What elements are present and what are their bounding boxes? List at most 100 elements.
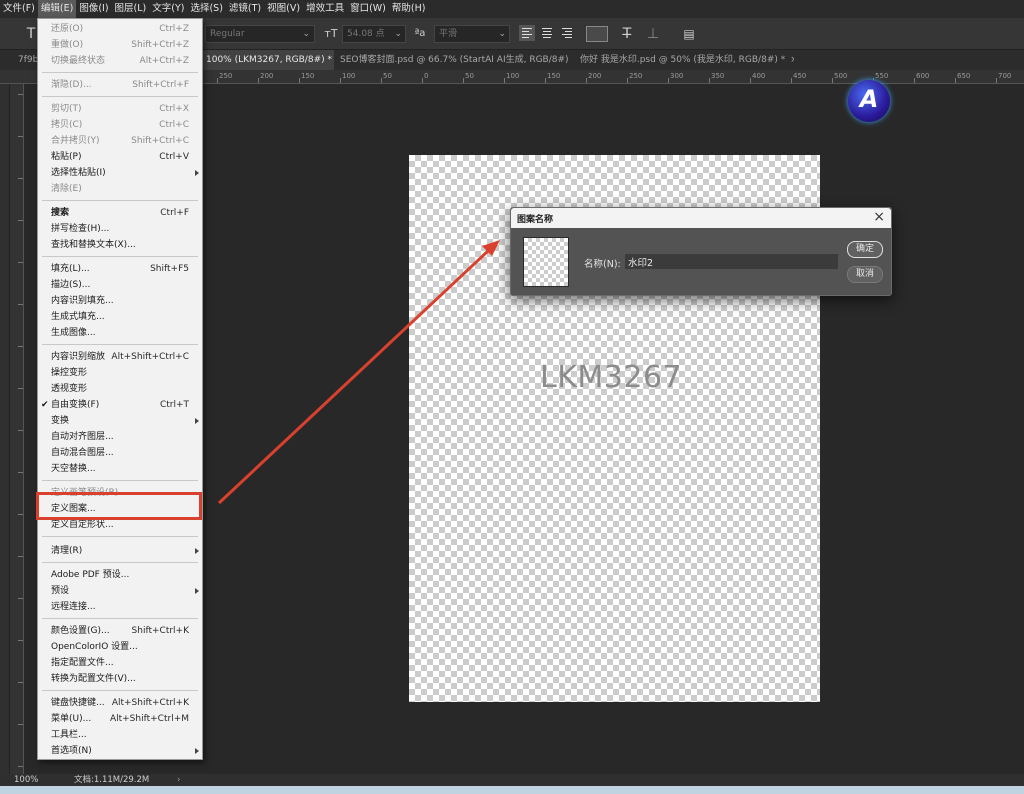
menu-item-menus[interactable]: 菜单(U)... Alt+Shift+Ctrl+M — [38, 711, 202, 727]
menu-item-convert-to-profile[interactable]: 转换为配置文件(V)... — [38, 671, 202, 687]
antialias-select[interactable]: 平滑 ⌄ — [434, 25, 510, 43]
menu-item-generate-image[interactable]: 生成图像... — [38, 325, 202, 341]
menu-item-remote-connections[interactable]: 远程连接... — [38, 599, 202, 615]
menu-item-perspective-warp[interactable]: 透视变形 — [38, 381, 202, 397]
ruler-tick — [18, 304, 23, 305]
ruler-tick — [791, 78, 792, 83]
ruler-tick — [299, 78, 300, 83]
menu-item-content-aware-scale[interactable]: 内容识别缩放 Alt+Shift+Ctrl+C — [38, 349, 202, 365]
menu-item-color-settings[interactable]: 颜色设置(G)... Shift+Ctrl+K — [38, 623, 202, 639]
ruler-tick — [18, 262, 23, 263]
ruler-tick — [258, 78, 259, 83]
ruler-tick-label: 250 — [629, 72, 643, 80]
menu-item-paste[interactable]: 粘贴(P) Ctrl+V — [38, 149, 202, 165]
menu-window[interactable]: 窗口(W) — [347, 0, 389, 18]
font-size-icon: ᴛT — [324, 27, 338, 40]
menu-image[interactable]: 图像(I) — [76, 0, 111, 18]
submenu-arrow-icon — [195, 170, 199, 176]
menu-item-generative-fill[interactable]: 生成式填充... — [38, 309, 202, 325]
ruler-tick — [18, 136, 23, 137]
ruler-tick-label: 200 — [588, 72, 602, 80]
menu-item-opencolorio-settings[interactable]: OpenColorIO 设置... — [38, 639, 202, 655]
menu-item-free-transform[interactable]: ✔ 自由变换(F) Ctrl+T — [38, 397, 202, 413]
menu-filter[interactable]: 滤镜(T) — [226, 0, 264, 18]
ruler-tick — [627, 78, 628, 83]
startai-logo-icon[interactable]: A — [848, 80, 890, 122]
menu-type[interactable]: 文字(Y) — [149, 0, 187, 18]
cancel-edit-icon[interactable]: ⊥ — [644, 25, 662, 43]
text-color-swatch[interactable] — [586, 26, 608, 42]
ruler-tick — [18, 220, 23, 221]
menu-file[interactable]: 文件(F) — [0, 0, 38, 18]
name-label: 名称(N): — [584, 259, 621, 270]
menu-item-fill[interactable]: 填充(L)... Shift+F5 — [38, 261, 202, 277]
align-center-button[interactable] — [539, 25, 555, 41]
ruler-tick — [18, 430, 23, 431]
menu-item-assign-profile[interactable]: 指定配置文件... — [38, 655, 202, 671]
pattern-name-input[interactable] — [625, 254, 838, 269]
font-style-select[interactable]: Regular ⌄ — [205, 25, 315, 43]
chevron-right-icon[interactable]: › — [177, 774, 180, 786]
menu-view[interactable]: 视图(V) — [264, 0, 303, 18]
menu-item-fade[interactable]: 渐隐(D)... Shift+Ctrl+F — [38, 77, 202, 93]
ruler-tick — [463, 78, 464, 83]
menu-help[interactable]: 帮助(H) — [389, 0, 429, 18]
menu-item-transform[interactable]: 变换 — [38, 413, 202, 429]
menu-edit[interactable]: 编辑(E) — [37, 0, 77, 18]
menu-plugins[interactable]: 增效工具 — [303, 0, 347, 18]
menu-item-toggle-last-state[interactable]: 切换最终状态 Alt+Ctrl+Z — [38, 53, 202, 69]
cancel-button[interactable]: 取消 — [847, 266, 883, 283]
menu-separator — [42, 690, 198, 691]
zoom-level[interactable]: 100% — [14, 774, 38, 786]
menu-item-redo[interactable]: 重做(O) Shift+Ctrl+Z — [38, 37, 202, 53]
ruler-tick-label: 150 — [547, 72, 561, 80]
submenu-arrow-icon — [195, 588, 199, 594]
menu-item-purge[interactable]: 清理(R) — [38, 543, 202, 559]
menu-item-auto-align-layers[interactable]: 自动对齐图层... — [38, 429, 202, 445]
menu-item-preferences[interactable]: 首选项(N) — [38, 743, 202, 759]
ruler-tick-label: 300 — [670, 72, 684, 80]
tab-doc-4[interactable]: 你好 我是水印.psd @ 50% (我是水印, RGB/8#) * × — [574, 50, 794, 70]
menu-item-copy[interactable]: 拷贝(C) Ctrl+C — [38, 117, 202, 133]
close-icon[interactable]: × — [873, 209, 885, 225]
tab-label: 你好 我是水印.psd @ 50% (我是水印, RGB/8#) * — [580, 55, 786, 65]
menu-item-spell-check[interactable]: 拼写检查(H)... — [38, 221, 202, 237]
font-size-value: 54.08 点 — [347, 29, 385, 39]
ruler-tick — [586, 78, 587, 83]
menu-item-sky-replacement[interactable]: 天空替换... — [38, 461, 202, 477]
close-icon[interactable]: × — [790, 55, 794, 65]
align-right-button[interactable] — [559, 25, 575, 41]
menu-item-auto-blend-layers[interactable]: 自动混合图层... — [38, 445, 202, 461]
menu-item-clear[interactable]: 清除(E) — [38, 181, 202, 197]
menu-select[interactable]: 选择(S) — [187, 0, 225, 18]
ruler-tick — [914, 78, 915, 83]
tab-doc-3[interactable]: SEO博客封面.psd @ 66.7% (StartAI AI生成, RGB/8… — [334, 50, 570, 70]
menu-item-puppet-warp[interactable]: 操控变形 — [38, 365, 202, 381]
tab-doc-2[interactable]: 100% (LKM3267, RGB/8#) *× — [200, 50, 334, 70]
menu-item-find-replace[interactable]: 查找和替换文本(X)... — [38, 237, 202, 253]
font-size-select[interactable]: 54.08 点 ⌄ — [342, 25, 406, 43]
menu-layer[interactable]: 图层(L) — [112, 0, 150, 18]
tab-doc-1[interactable]: 7f9be — [12, 50, 40, 70]
menu-item-undo[interactable]: 还原(O) Ctrl+Z — [38, 21, 202, 37]
menu-item-search[interactable]: 搜索 Ctrl+F — [38, 205, 202, 221]
menu-item-cut[interactable]: 剪切(T) Ctrl+X — [38, 101, 202, 117]
menu-item-toolbar[interactable]: 工具栏... — [38, 727, 202, 743]
antialias-icon: ªa — [414, 28, 426, 39]
menu-item-adobe-pdf-presets[interactable]: Adobe PDF 预设... — [38, 567, 202, 583]
ok-button[interactable]: 确定 — [847, 241, 883, 258]
menu-item-paste-special[interactable]: 选择性粘贴(I) — [38, 165, 202, 181]
menu-separator — [42, 536, 198, 537]
menu-item-content-aware-fill[interactable]: 内容识别填充... — [38, 293, 202, 309]
submenu-arrow-icon — [195, 418, 199, 424]
character-panel-icon[interactable]: ▤ — [680, 25, 698, 43]
align-left-button[interactable] — [519, 25, 535, 41]
menu-item-keyboard-shortcuts[interactable]: 键盘快捷键... Alt+Shift+Ctrl+K — [38, 695, 202, 711]
ruler-tick — [545, 78, 546, 83]
warp-text-icon[interactable]: T̶ — [618, 25, 636, 43]
ruler-tick-label: 400 — [752, 72, 766, 80]
ruler-tick — [18, 514, 23, 515]
menu-item-copy-merged[interactable]: 合并拷贝(Y) Shift+Ctrl+C — [38, 133, 202, 149]
menu-item-stroke[interactable]: 描边(S)... — [38, 277, 202, 293]
menu-item-presets[interactable]: 预设 — [38, 583, 202, 599]
